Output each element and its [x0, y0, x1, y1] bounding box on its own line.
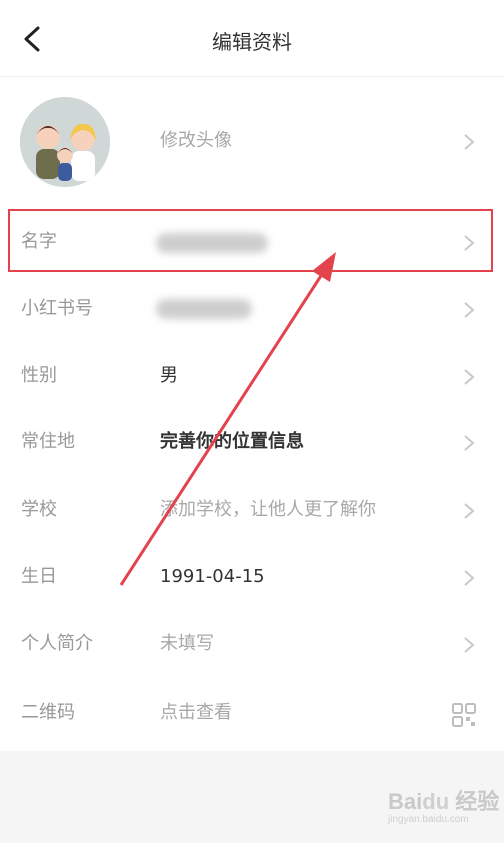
school-row[interactable]: 学校 添加学校，让他人更了解你 [0, 477, 504, 543]
top-bar: 编辑资料 [0, 0, 504, 77]
annotation-highlight-box [8, 209, 493, 272]
chevron-right-icon [464, 369, 475, 385]
location-value: 完善你的位置信息 [160, 431, 304, 452]
birthday-value: 1991-04-15 [160, 566, 265, 587]
chevron-right-icon [464, 637, 475, 653]
chevron-right-icon [464, 134, 475, 150]
gender-value: 男 [160, 365, 178, 386]
qr-code-icon [452, 703, 476, 727]
watermark-logo-text: Baidu 经验 [388, 789, 500, 814]
bio-row[interactable]: 个人简介 未填写 [0, 611, 504, 677]
page-title: 编辑资料 [212, 30, 292, 54]
qrcode-row[interactable]: 二维码 点击查看 [0, 679, 504, 749]
location-row[interactable]: 常住地 完善你的位置信息 [0, 410, 504, 476]
school-label: 学校 [21, 499, 57, 520]
qrcode-value: 点击查看 [160, 702, 232, 723]
birthday-label: 生日 [21, 566, 57, 587]
avatar[interactable] [20, 97, 110, 187]
birthday-row[interactable]: 生日 1991-04-15 [0, 544, 504, 610]
bio-value: 未填写 [160, 633, 214, 654]
watermark-url: jingyan.baidu.com [388, 814, 469, 825]
change-avatar-label[interactable]: 修改头像 [160, 129, 232, 153]
xhs-id-value-obscured [156, 299, 252, 319]
location-label: 常住地 [21, 431, 75, 452]
avatar-row[interactable]: 修改头像 [0, 77, 504, 207]
chevron-right-icon [464, 570, 475, 586]
chevron-right-icon [464, 503, 475, 519]
chevron-right-icon [464, 435, 475, 451]
gender-label: 性别 [21, 365, 57, 386]
xhs-id-label: 小红书号 [21, 298, 93, 319]
qrcode-label: 二维码 [21, 702, 75, 723]
gender-row[interactable]: 性别 男 [0, 343, 504, 409]
baidu-jingyan-watermark: Baidu 经验 jingyan.baidu.com [382, 782, 502, 834]
avatar-illustration [20, 97, 110, 187]
school-value: 添加学校，让他人更了解你 [160, 499, 376, 520]
chevron-right-icon [464, 302, 475, 318]
profile-edit-list: 修改头像 名字 小红书号 性别 男 常住地 完善你的位置信息 学校 添加学校，让… [0, 77, 504, 751]
bio-label: 个人简介 [21, 633, 93, 654]
xhs-id-row[interactable]: 小红书号 [0, 277, 504, 341]
